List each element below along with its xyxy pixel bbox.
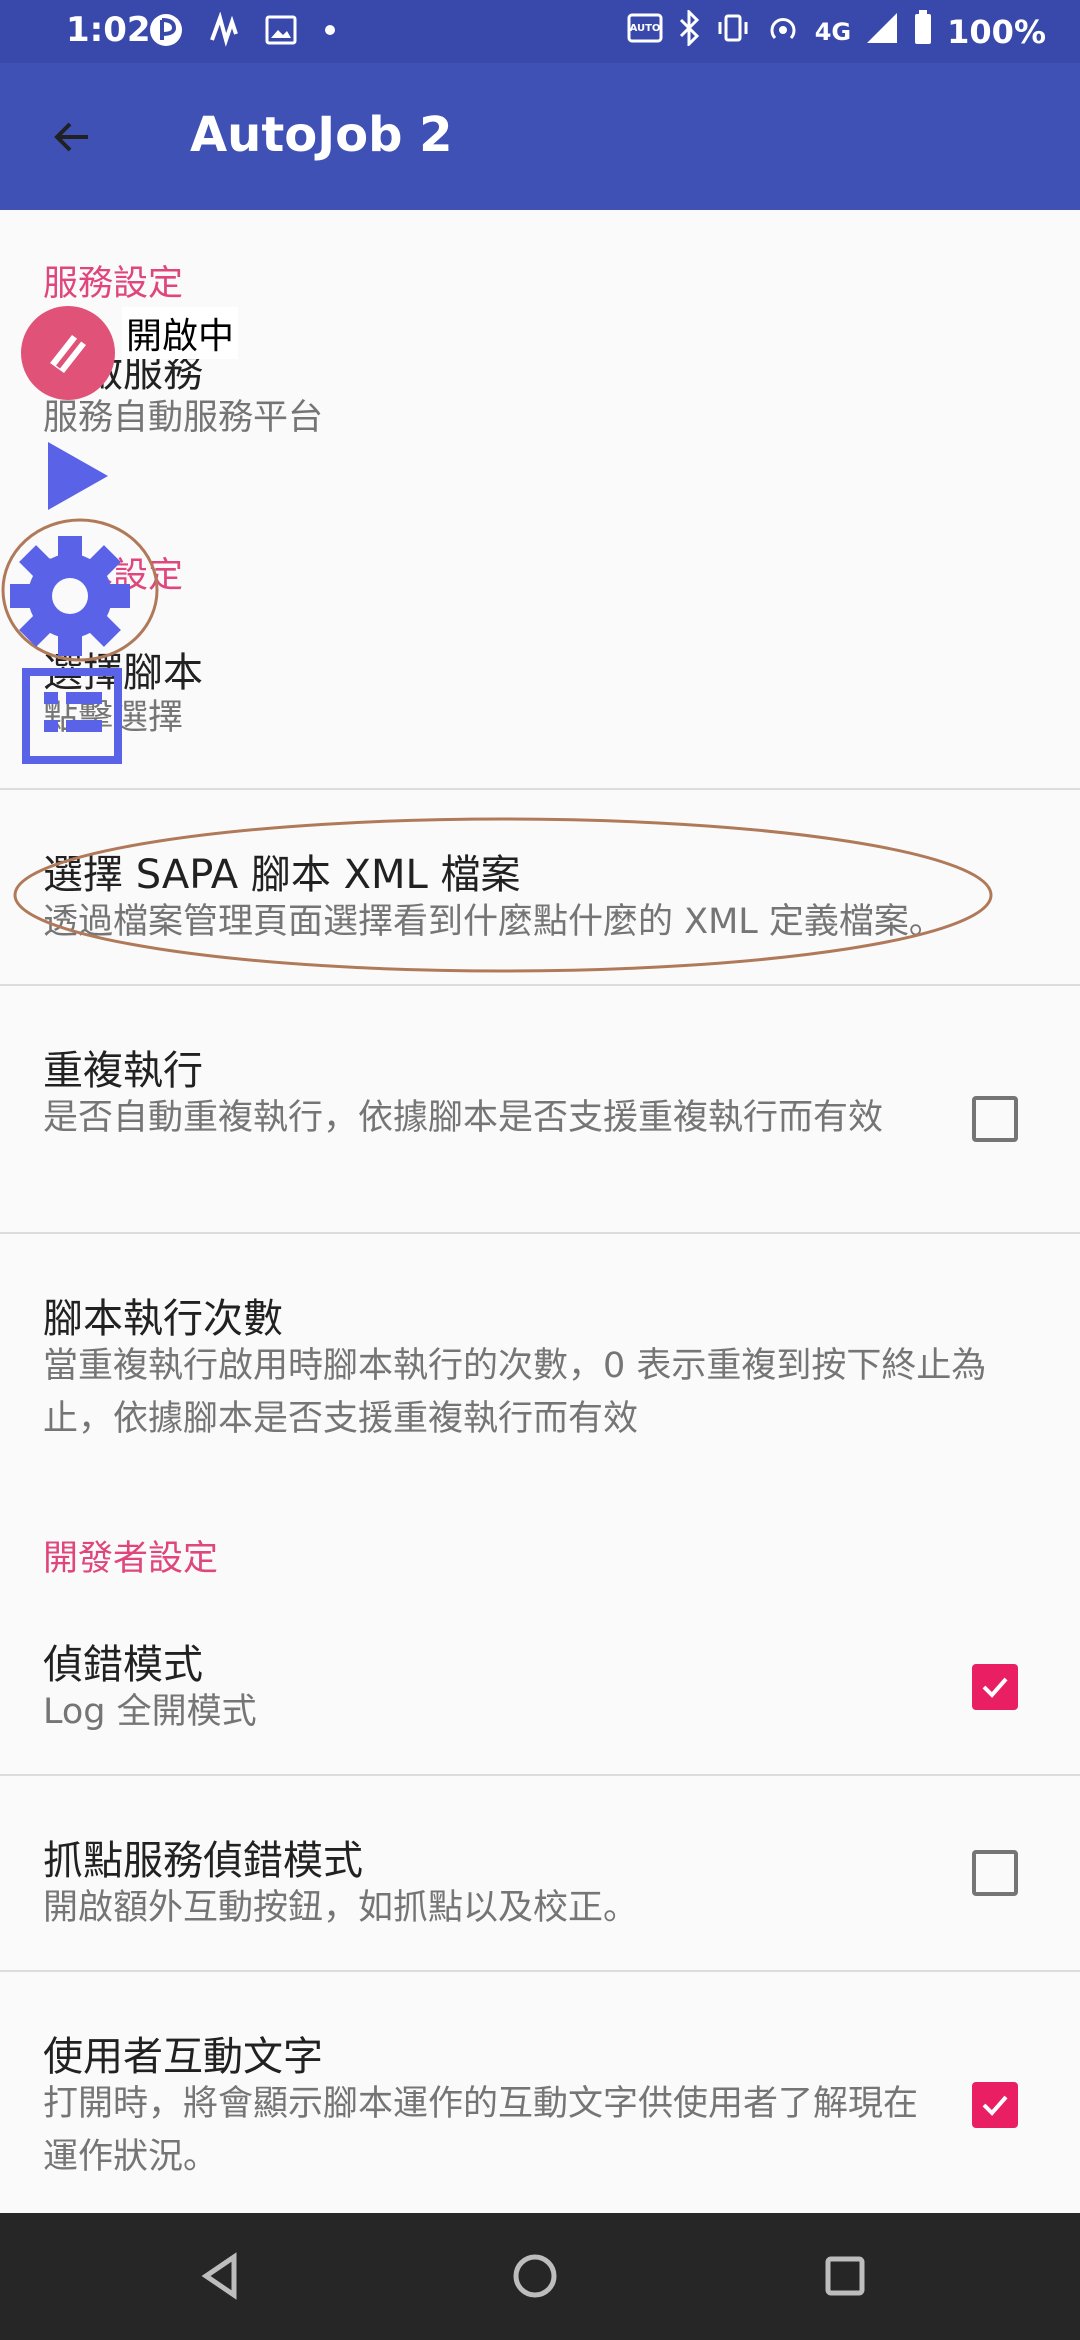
dot-icon xyxy=(320,20,340,44)
signal-app-icon xyxy=(148,12,184,52)
interact-text-checkbox[interactable] xyxy=(972,2082,1018,2128)
floating-play-button[interactable] xyxy=(46,440,110,516)
arrow-left-icon xyxy=(48,113,96,165)
pref-select-script[interactable]: 選擇腳本 點擊選擇 xyxy=(0,640,1080,790)
app-bar: AutoJob 2 xyxy=(0,63,1080,210)
svg-text:AUTO: AUTO xyxy=(629,23,660,34)
status-right-icons: AUTO 4G 100% xyxy=(627,8,1046,54)
auto-hz-icon: AUTO xyxy=(627,11,663,53)
check-icon xyxy=(982,1677,1008,1698)
settings-list: 服務設定 開啟服務 服務自動服務平台 腳本設定 選擇腳本 點擊選擇 選擇 SAP… xyxy=(0,210,1080,2213)
pref-interact-text[interactable]: 使用者互動文字 打開時，將會顯示腳本運作的互動文字供使用者了解現在運作狀況。 xyxy=(0,1972,1080,2212)
pref-debug[interactable]: 偵錯模式 Log 全開模式 xyxy=(0,1610,1080,1775)
floating-settings-button[interactable] xyxy=(0,512,160,666)
pref-repeat[interactable]: 重複執行 是否自動重複執行，依據腳本是否支援重複執行而有效 xyxy=(0,986,1080,1233)
nav-home-button[interactable] xyxy=(500,2241,570,2311)
nav-recents-icon xyxy=(825,2256,865,2296)
section-header-developer: 開發者設定 xyxy=(43,1539,219,1579)
app-title: AutoJob 2 xyxy=(190,107,453,163)
cell-signal-icon xyxy=(865,11,899,53)
network-label: 4G xyxy=(814,18,852,46)
pref-run-count[interactable]: 腳本執行次數 當重複執行啟用時腳本執行的次數，0 表示重複到按下終止為止，依據腳… xyxy=(0,1234,1080,1484)
vibrate-icon xyxy=(715,10,751,54)
pref-summary: 當重複執行啟用時腳本執行的次數，0 表示重複到按下終止為止，依據腳本是否支援重複… xyxy=(43,1346,987,1439)
nav-recents-button[interactable] xyxy=(810,2241,880,2311)
status-left-icons xyxy=(148,11,340,52)
pref-title: 使用者互動文字 xyxy=(43,2034,323,2080)
pref-grab-debug[interactable]: 抓點服務偵錯模式 開啟額外互動按鈕，如抓點以及校正。 xyxy=(0,1776,1080,1971)
nav-back-button[interactable] xyxy=(186,2241,256,2311)
image-icon xyxy=(264,13,298,51)
status-bar: 1:02 AUTO 4G 100% xyxy=(0,0,1080,63)
pref-title: 抓點服務偵錯模式 xyxy=(43,1838,363,1884)
check-icon xyxy=(982,2095,1008,2116)
hotspot-icon xyxy=(765,10,801,54)
toggle-service-icon xyxy=(21,306,115,400)
pref-title: 偵錯模式 xyxy=(43,1642,203,1688)
pref-service[interactable]: 開啟服務 服務自動服務平台 xyxy=(0,340,1080,540)
pref-summary: 打開時，將會顯示腳本運作的互動文字供使用者了解現在運作狀況。 xyxy=(43,2084,919,2177)
wave-icon xyxy=(206,11,242,52)
pref-title: 腳本執行次數 xyxy=(43,1296,283,1342)
debug-checkbox[interactable] xyxy=(972,1664,1018,1710)
floating-service-button[interactable] xyxy=(20,305,116,405)
floating-list-button[interactable] xyxy=(22,668,122,768)
repeat-checkbox[interactable] xyxy=(972,1096,1018,1142)
navigation-bar xyxy=(0,2213,1080,2340)
pref-summary: Log 全開模式 xyxy=(43,1692,257,1732)
gear-icon xyxy=(1,518,159,662)
list-icon xyxy=(22,668,122,764)
nav-home-icon xyxy=(513,2254,557,2298)
annotation-ellipse xyxy=(8,815,1008,979)
back-button[interactable] xyxy=(36,103,108,175)
play-icon xyxy=(48,442,108,510)
pref-summary: 是否自動重複執行，依據腳本是否支援重複執行而有效 xyxy=(43,1098,884,1138)
battery-icon xyxy=(913,10,933,54)
battery-percent: 100% xyxy=(947,13,1046,51)
grab-debug-checkbox[interactable] xyxy=(972,1850,1018,1896)
pref-title: 重複執行 xyxy=(43,1048,203,1094)
bluetooth-icon xyxy=(677,8,701,54)
floating-status-label: 開啟中 xyxy=(122,307,239,359)
section-header-service: 服務設定 xyxy=(43,264,184,304)
status-time: 1:02 xyxy=(66,10,151,50)
pref-summary: 開啟額外互動按鈕，如抓點以及校正。 xyxy=(43,1888,639,1928)
nav-back-icon xyxy=(201,2252,237,2300)
